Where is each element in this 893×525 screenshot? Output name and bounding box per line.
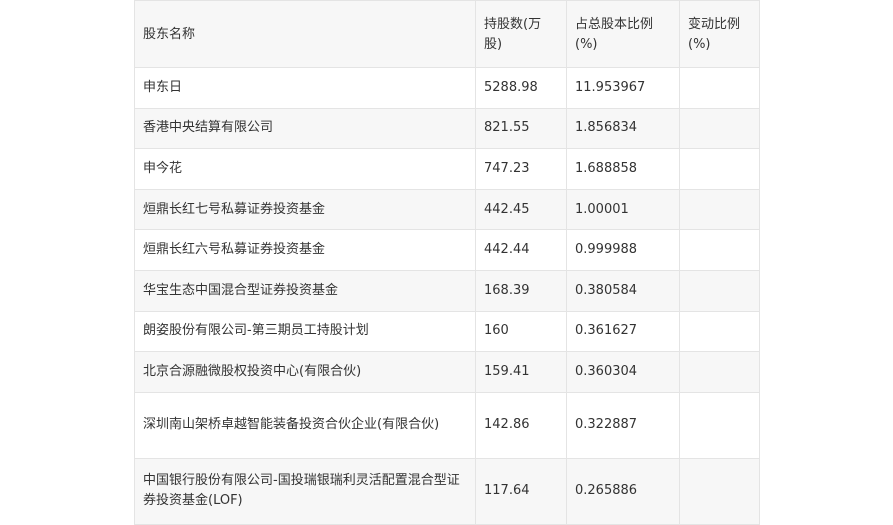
cell-ratio: 0.322887 xyxy=(566,391,680,459)
table-row: 烜鼎长红七号私募证券投资基金 442.45 1.00001 xyxy=(134,188,760,231)
cell-shares: 160 xyxy=(475,310,567,353)
cell-change xyxy=(679,107,760,150)
shareholder-table-container: 股东名称 持股数(万股) 占总股本比例(%) 变动比例(%) 申东日 5288.… xyxy=(134,0,760,525)
table-row: 申东日 5288.98 11.953967 xyxy=(134,67,760,109)
cell-shares: 142.86 xyxy=(475,391,567,459)
cell-change xyxy=(679,67,760,109)
cell-name: 香港中央结算有限公司 xyxy=(134,107,476,150)
cell-name: 朗姿股份有限公司-第三期员工持股计划 xyxy=(134,310,476,353)
cell-change xyxy=(679,229,760,271)
cell-change xyxy=(679,188,760,231)
cell-ratio: 0.380584 xyxy=(566,269,680,312)
table-row: 香港中央结算有限公司 821.55 1.856834 xyxy=(134,107,760,150)
cell-shares: 442.44 xyxy=(475,229,567,271)
cell-change xyxy=(679,269,760,312)
cell-ratio: 0.360304 xyxy=(566,351,680,393)
table-row: 朗姿股份有限公司-第三期员工持股计划 160 0.361627 xyxy=(134,310,760,353)
cell-name: 深圳南山架桥卓越智能装备投资合伙企业(有限合伙) xyxy=(134,391,476,459)
cell-change xyxy=(679,391,760,459)
cell-change xyxy=(679,457,760,525)
table-row: 深圳南山架桥卓越智能装备投资合伙企业(有限合伙) 142.86 0.322887 xyxy=(134,391,760,459)
cell-ratio: 11.953967 xyxy=(566,67,680,109)
cell-shares: 821.55 xyxy=(475,107,567,150)
cell-shares: 117.64 xyxy=(475,457,567,525)
cell-ratio: 1.00001 xyxy=(566,188,680,231)
cell-shares: 159.41 xyxy=(475,351,567,393)
cell-ratio: 0.361627 xyxy=(566,310,680,353)
cell-ratio: 1.856834 xyxy=(566,107,680,150)
table-row: 华宝生态中国混合型证券投资基金 168.39 0.380584 xyxy=(134,269,760,312)
header-shareholder-name: 股东名称 xyxy=(134,0,476,68)
table-row: 北京合源融微股权投资中心(有限合伙) 159.41 0.360304 xyxy=(134,351,760,393)
cell-name: 申今花 xyxy=(134,148,476,190)
table-row: 烜鼎长红六号私募证券投资基金 442.44 0.999988 xyxy=(134,229,760,271)
cell-ratio: 1.688858 xyxy=(566,148,680,190)
cell-name: 申东日 xyxy=(134,67,476,109)
header-change: 变动比例(%) xyxy=(679,0,760,68)
header-ratio: 占总股本比例(%) xyxy=(566,0,680,68)
cell-ratio: 0.265886 xyxy=(566,457,680,525)
header-shares: 持股数(万股) xyxy=(475,0,567,68)
cell-name: 烜鼎长红七号私募证券投资基金 xyxy=(134,188,476,231)
cell-name: 中国银行股份有限公司-国投瑞银瑞利灵活配置混合型证券投资基金(LOF) xyxy=(134,457,476,525)
cell-ratio: 0.999988 xyxy=(566,229,680,271)
cell-shares: 747.23 xyxy=(475,148,567,190)
table-header-row: 股东名称 持股数(万股) 占总股本比例(%) 变动比例(%) xyxy=(134,0,760,68)
cell-change xyxy=(679,148,760,190)
cell-shares: 442.45 xyxy=(475,188,567,231)
cell-name: 华宝生态中国混合型证券投资基金 xyxy=(134,269,476,312)
table-row: 中国银行股份有限公司-国投瑞银瑞利灵活配置混合型证券投资基金(LOF) 117.… xyxy=(134,457,760,525)
cell-name: 烜鼎长红六号私募证券投资基金 xyxy=(134,229,476,271)
cell-change xyxy=(679,310,760,353)
cell-name: 北京合源融微股权投资中心(有限合伙) xyxy=(134,351,476,393)
cell-shares: 5288.98 xyxy=(475,67,567,109)
cell-change xyxy=(679,351,760,393)
top-shareholders-table: 股东名称 持股数(万股) 占总股本比例(%) 变动比例(%) 申东日 5288.… xyxy=(134,0,760,525)
table-row: 申今花 747.23 1.688858 xyxy=(134,148,760,190)
cell-shares: 168.39 xyxy=(475,269,567,312)
